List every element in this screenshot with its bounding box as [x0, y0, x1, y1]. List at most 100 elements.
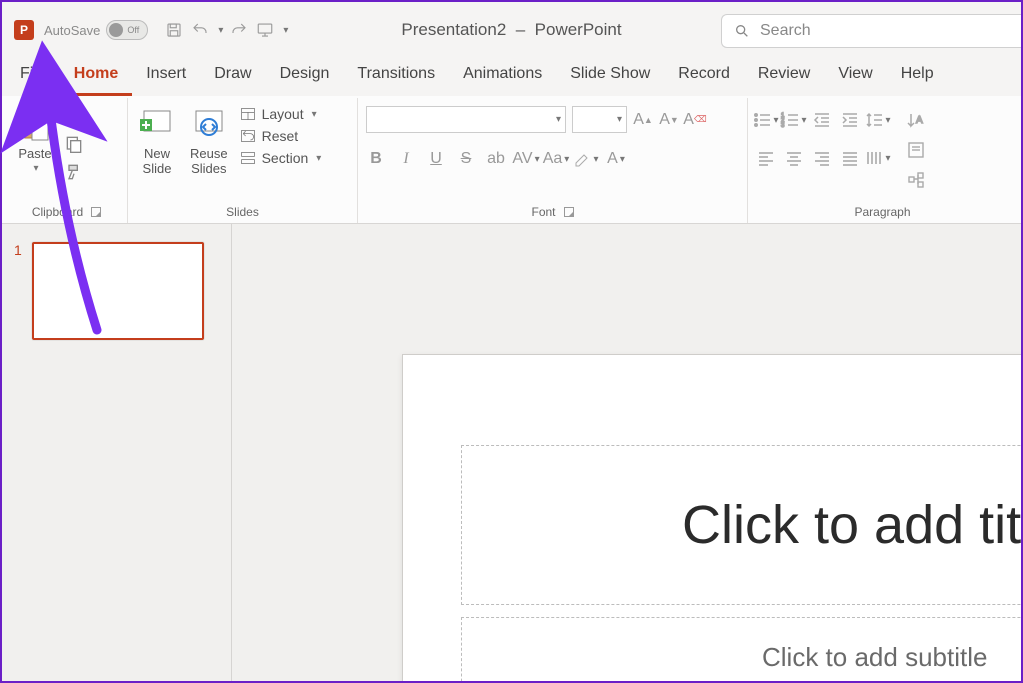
tab-help[interactable]: Help: [887, 57, 948, 96]
decrease-font-icon[interactable]: A▼: [659, 110, 679, 130]
toggle-state: Off: [127, 25, 139, 35]
format-painter-icon[interactable]: [64, 162, 84, 182]
tab-review[interactable]: Review: [744, 57, 824, 96]
paste-label: Paste: [18, 146, 51, 161]
document-name: Presentation2: [401, 20, 506, 39]
title-placeholder[interactable]: Click to add title: [461, 445, 1021, 605]
bullets-icon[interactable]: ▾: [756, 110, 776, 130]
group-paragraph: ▾ 123▾ ▾ ▾ A Paragrap: [748, 98, 1017, 223]
group-font: ▾ ▾ A▲ A▼ A⌫ B I U S ab AV▾ Aa▾ ▾ A▾ Fo: [358, 98, 748, 223]
group-paragraph-label: Paragraph: [854, 205, 910, 219]
decrease-indent-icon[interactable]: [812, 110, 832, 130]
layout-button[interactable]: Layout▾: [240, 106, 322, 122]
cut-icon[interactable]: [64, 106, 84, 126]
group-slides: New Slide Reuse Slides Layout▾ Reset: [128, 98, 358, 223]
thumbnail-item[interactable]: 1: [14, 242, 219, 340]
thumbnail-preview[interactable]: [32, 242, 204, 340]
font-launcher-icon[interactable]: [564, 207, 574, 217]
undo-icon[interactable]: [190, 20, 210, 40]
tab-file[interactable]: File: [6, 57, 60, 96]
title-bar: P AutoSave Off ▾ ▾ Presentation2 – Power…: [2, 2, 1021, 58]
reset-button[interactable]: Reset: [240, 128, 322, 144]
tab-view[interactable]: View: [824, 57, 886, 96]
subtitle-placeholder[interactable]: Click to add subtitle: [461, 617, 1021, 681]
align-center-icon[interactable]: [784, 148, 804, 168]
align-text-icon[interactable]: [906, 140, 926, 160]
app-logo-icon: P: [14, 20, 34, 40]
section-button[interactable]: Section▾: [240, 150, 322, 166]
tab-record[interactable]: Record: [664, 57, 744, 96]
section-label: Section: [262, 150, 309, 166]
save-icon[interactable]: [164, 20, 184, 40]
subtitle-placeholder-text: Click to add subtitle: [762, 642, 987, 673]
paste-button[interactable]: Paste ▾: [14, 102, 56, 176]
text-direction-icon[interactable]: A: [906, 110, 926, 130]
slide-thumbnails-panel[interactable]: 1: [2, 224, 232, 681]
copy-icon[interactable]: [64, 134, 84, 154]
group-clipboard-label: Clipboard: [32, 205, 83, 219]
columns-icon[interactable]: ▾: [868, 148, 888, 168]
tab-slideshow[interactable]: Slide Show: [556, 57, 664, 96]
smartart-icon[interactable]: [906, 170, 926, 190]
reuse-slides-button[interactable]: Reuse Slides: [186, 102, 232, 178]
qat-customize-icon[interactable]: ▾: [283, 25, 288, 36]
justify-icon[interactable]: [840, 148, 860, 168]
underline-icon[interactable]: U: [426, 149, 446, 169]
slide[interactable]: Click to add title Click to add subtitle: [402, 354, 1021, 681]
bold-icon[interactable]: B: [366, 149, 386, 169]
change-case-icon[interactable]: Aa▾: [546, 149, 566, 169]
reuse-slides-label: Reuse Slides: [190, 146, 228, 176]
slide-canvas[interactable]: Click to add title Click to add subtitle: [232, 224, 1021, 681]
tab-draw[interactable]: Draw: [200, 57, 265, 96]
toggle-knob-icon: [109, 23, 123, 37]
new-slide-label: New Slide: [143, 146, 172, 176]
increase-font-icon[interactable]: A▲: [633, 110, 653, 130]
font-color-icon[interactable]: A▾: [606, 149, 626, 169]
tab-design[interactable]: Design: [266, 57, 344, 96]
clear-formatting-icon[interactable]: A⌫: [685, 110, 705, 130]
slideshow-start-icon[interactable]: [255, 20, 275, 40]
undo-dropdown-icon[interactable]: ▾: [218, 25, 223, 36]
search-icon: [734, 23, 750, 39]
reuse-slides-icon: [192, 104, 226, 144]
redo-icon[interactable]: [229, 20, 249, 40]
layout-label: Layout: [262, 106, 304, 122]
ribbon-tabs: File Home Insert Draw Design Transitions…: [2, 58, 1021, 96]
autosave-toggle[interactable]: AutoSave Off: [44, 20, 148, 40]
text-shadow-icon[interactable]: ab: [486, 149, 506, 169]
reset-label: Reset: [262, 128, 299, 144]
search-box[interactable]: Search: [721, 14, 1021, 48]
search-placeholder: Search: [760, 22, 811, 40]
group-slides-label: Slides: [226, 205, 259, 219]
font-size-combo[interactable]: ▾: [572, 106, 627, 133]
line-spacing-icon[interactable]: ▾: [868, 110, 888, 130]
paste-icon: [18, 104, 52, 144]
tab-insert[interactable]: Insert: [132, 57, 200, 96]
quick-access-toolbar: ▾ ▾: [164, 20, 288, 40]
ribbon: Paste ▾ Clipboard: [2, 96, 1021, 224]
font-name-combo[interactable]: ▾: [366, 106, 566, 133]
tab-home[interactable]: Home: [60, 57, 132, 96]
align-left-icon[interactable]: [756, 148, 776, 168]
new-slide-icon: [140, 104, 174, 144]
font-highlight-icon[interactable]: ▾: [576, 149, 596, 169]
thumbnail-number: 1: [14, 242, 22, 340]
clipboard-launcher-icon[interactable]: [91, 207, 101, 217]
numbering-icon[interactable]: 123▾: [784, 110, 804, 130]
group-clipboard: Paste ▾ Clipboard: [6, 98, 128, 223]
tab-transitions[interactable]: Transitions: [343, 57, 449, 96]
toggle-switch-icon[interactable]: Off: [106, 20, 148, 40]
new-slide-button[interactable]: New Slide: [136, 102, 178, 178]
paste-dropdown-icon[interactable]: ▾: [33, 163, 38, 174]
italic-icon[interactable]: I: [396, 149, 416, 169]
tab-animations[interactable]: Animations: [449, 57, 556, 96]
svg-text:3: 3: [781, 123, 785, 129]
group-font-label: Font: [531, 205, 555, 219]
character-spacing-icon[interactable]: AV▾: [516, 149, 536, 169]
workspace: 1 Click to add title Click to add subtit…: [2, 224, 1021, 681]
autosave-label: AutoSave: [44, 23, 100, 38]
strikethrough-icon[interactable]: S: [456, 149, 476, 169]
increase-indent-icon[interactable]: [840, 110, 860, 130]
svg-text:A: A: [916, 115, 923, 126]
align-right-icon[interactable]: [812, 148, 832, 168]
